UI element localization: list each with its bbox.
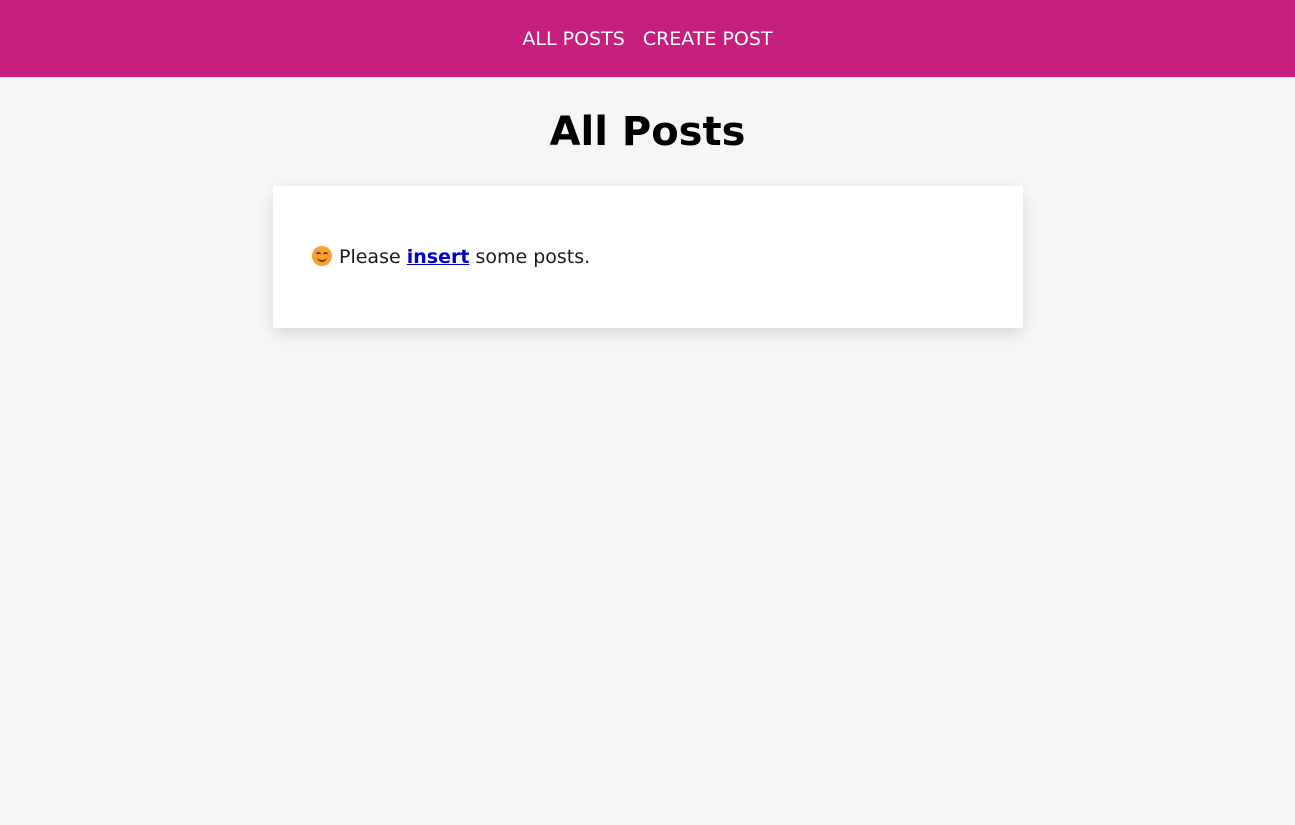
empty-state-prefix: Please (339, 246, 401, 268)
empty-state-message: Please insert some posts. (312, 243, 590, 271)
page-title: All Posts (549, 109, 746, 155)
empty-state-suffix: some posts. (475, 246, 591, 268)
top-navigation-bar: ALL POSTS CREATE POST (0, 0, 1295, 77)
main-nav: ALL POSTS CREATE POST (0, 24, 1295, 54)
insert-post-link[interactable]: insert (407, 246, 470, 268)
smiling-face-icon (312, 246, 332, 266)
posts-card: Please insert some posts. (273, 186, 1023, 328)
nav-create-post-link[interactable]: CREATE POST (643, 28, 773, 50)
nav-all-posts-link[interactable]: ALL POSTS (522, 28, 624, 50)
